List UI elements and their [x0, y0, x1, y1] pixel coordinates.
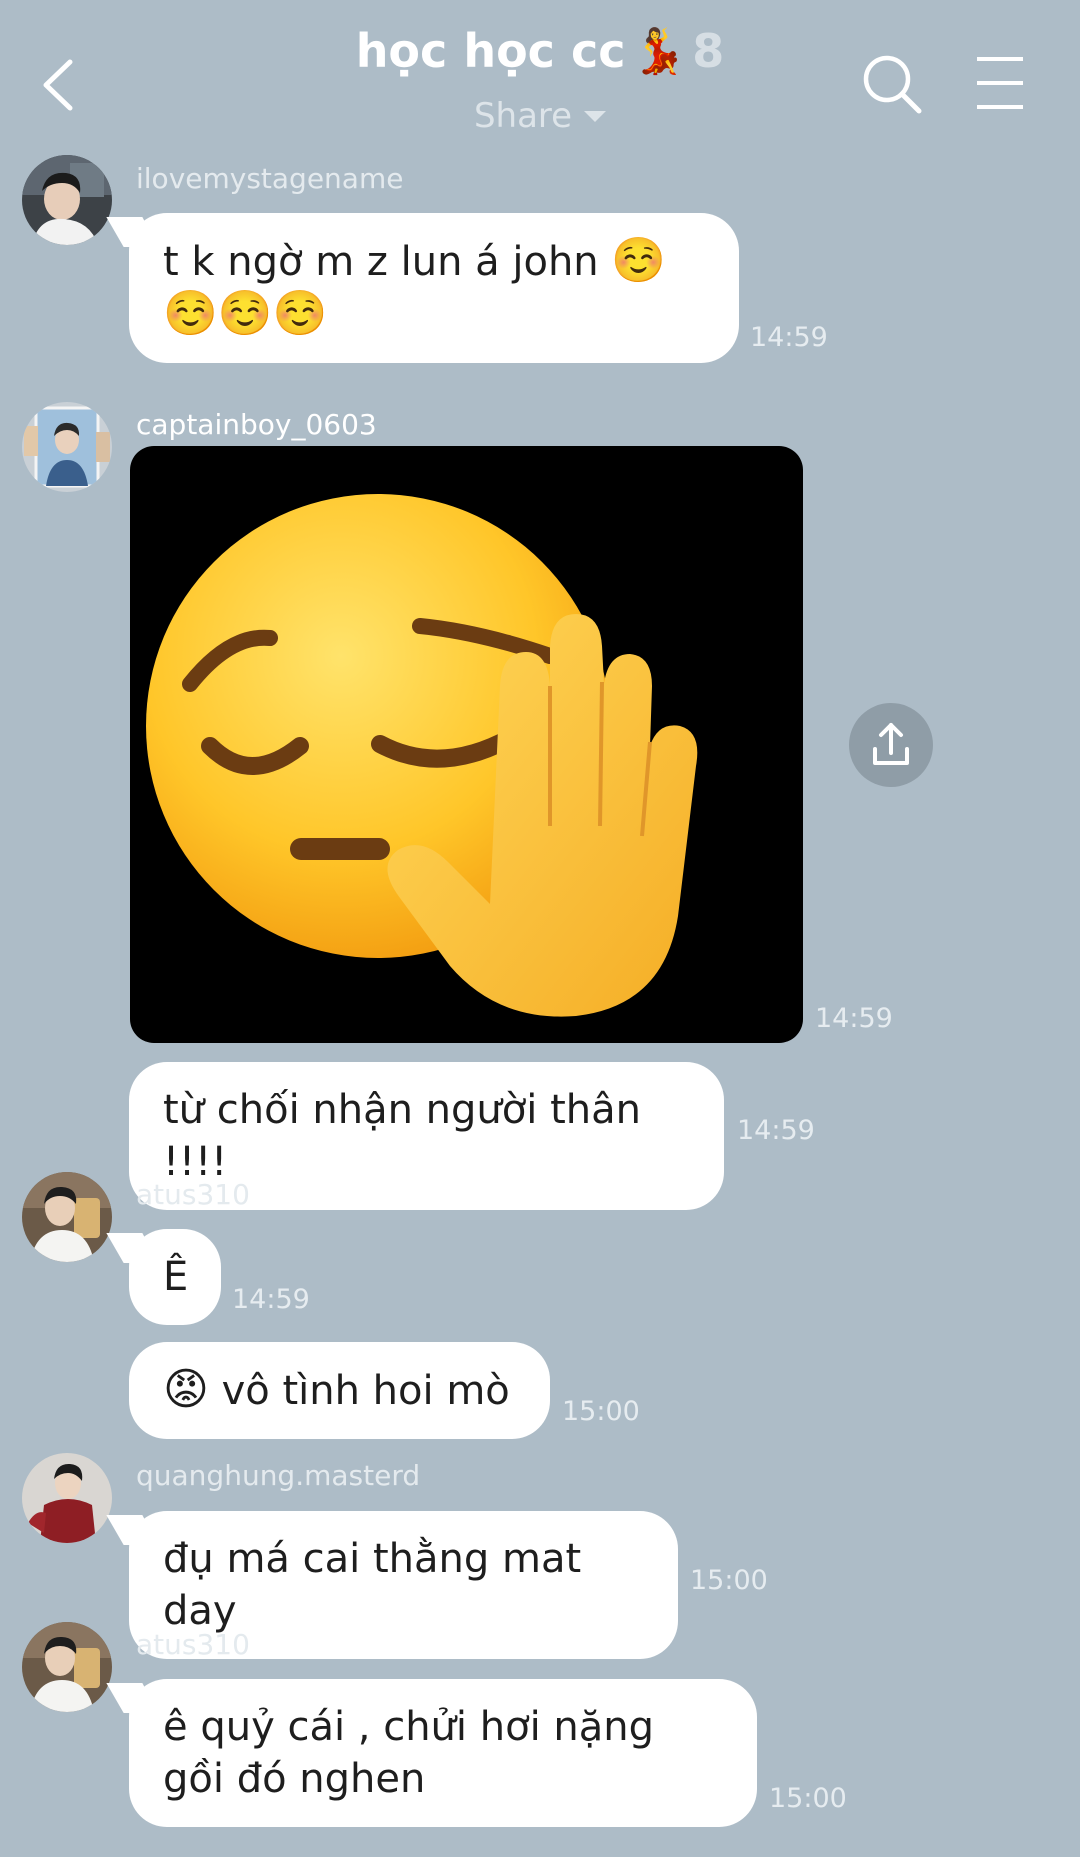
- sender-name: captainboy_0603: [136, 408, 377, 441]
- avatar-photo: [22, 1453, 112, 1543]
- message-time: 15:00: [769, 1783, 847, 1814]
- hamburger-menu-icon: [977, 57, 1023, 109]
- message-bubble[interactable]: t k ngờ m z lun á john ☺️☺️☺️☺️: [129, 213, 739, 363]
- avatar-photo: [22, 1172, 112, 1262]
- search-icon: [863, 55, 922, 114]
- message-text: vô tình hoi mò: [221, 1368, 510, 1414]
- sender-name: ilovemystagename: [136, 162, 404, 195]
- avatar[interactable]: [22, 1172, 112, 1262]
- share-button[interactable]: [849, 703, 933, 787]
- message-bubble[interactable]: ê quỷ cái , chửi hơi nặng gồi đó nghen: [129, 1679, 757, 1827]
- message-time: 14:59: [232, 1284, 310, 1315]
- message-time: 14:59: [737, 1115, 815, 1146]
- avatar[interactable]: [22, 155, 112, 245]
- group-name: học học cc: [355, 24, 626, 78]
- message-time: 14:59: [750, 322, 828, 353]
- sticker-image[interactable]: [130, 446, 803, 1043]
- message-bubble[interactable]: Ê: [129, 1229, 221, 1325]
- sender-name: quanghung.masterd: [136, 1459, 421, 1492]
- message-text: Ê: [163, 1254, 189, 1300]
- avatar[interactable]: [22, 402, 112, 492]
- member-count: 8: [692, 24, 725, 78]
- sender-name: atus310: [136, 1178, 250, 1211]
- avatar-photo: [22, 155, 112, 245]
- pensive-face-raised-hand-sticker: [146, 494, 698, 1017]
- message-time: 15:00: [562, 1396, 640, 1427]
- message-time: 14:59: [815, 1003, 893, 1034]
- share-label: Share: [473, 96, 573, 136]
- search-button[interactable]: [860, 52, 924, 116]
- avatar[interactable]: [22, 1622, 112, 1712]
- avatar[interactable]: [22, 1453, 112, 1543]
- menu-button[interactable]: [975, 55, 1025, 111]
- caret-down-icon: [584, 110, 607, 122]
- sender-name: atus310: [136, 1628, 250, 1661]
- message-text: ê quỷ cái , chửi hơi nặng gồi đó nghen: [163, 1704, 654, 1802]
- chat-header: học học cc 💃 8 Share: [0, 0, 1080, 150]
- message-text: t k ngờ m z lun á john: [163, 239, 599, 285]
- avatar-photo: [22, 1622, 112, 1712]
- message-bubble[interactable]: 😡 vô tình hoi mò: [129, 1342, 550, 1439]
- message-text: từ chối nhận người thân !!!!: [163, 1087, 641, 1185]
- avatar-photo: [22, 402, 112, 492]
- angry-face-emoji: 😡: [163, 1364, 209, 1415]
- message-text: đụ má cai thằng mat day: [163, 1536, 582, 1634]
- upload-share-icon: [873, 723, 909, 765]
- message-time: 15:00: [690, 1565, 768, 1596]
- dancer-emoji: 💃: [631, 26, 687, 77]
